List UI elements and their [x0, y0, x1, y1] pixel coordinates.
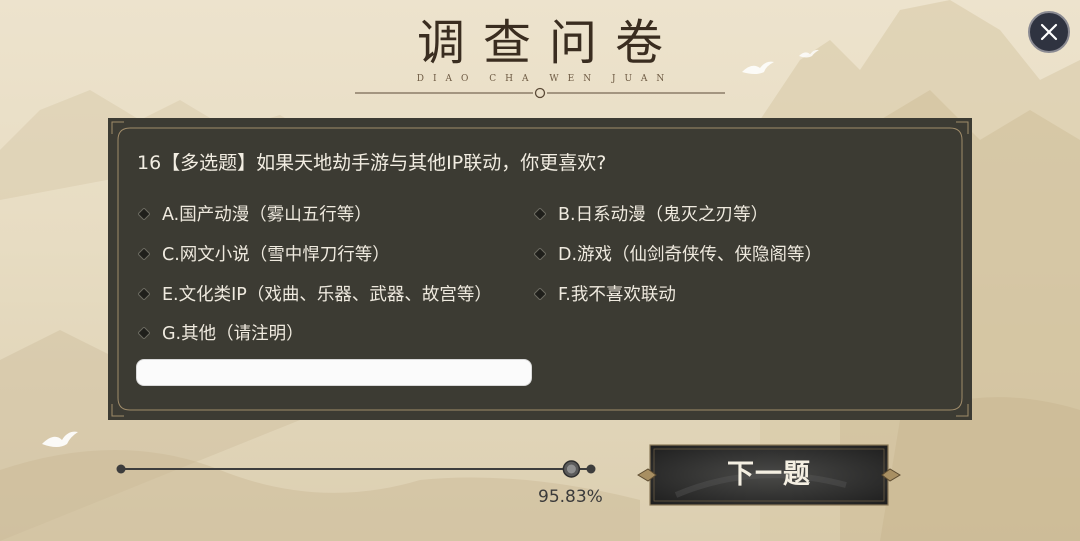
- option-label: B.日系动漫（鬼灭之刃等）: [558, 205, 769, 225]
- diamond-icon: [534, 287, 546, 300]
- progress-bar: [116, 460, 596, 478]
- option-c[interactable]: C.网文小说（雪中悍刀行等）: [138, 241, 390, 266]
- next-button-label: 下一题: [727, 459, 811, 490]
- close-icon: [1040, 23, 1058, 41]
- diamond-icon: [534, 247, 546, 260]
- option-label: G.其他（请注明）: [162, 324, 304, 344]
- crane-icon: [742, 61, 774, 74]
- title-divider: [355, 87, 725, 99]
- next-question-button[interactable]: 下一题: [636, 441, 902, 509]
- progress-percent: 95.83%: [538, 487, 603, 507]
- option-label: D.游戏（仙剑奇侠传、侠隐阁等）: [558, 245, 823, 265]
- option-b[interactable]: B.日系动漫（鬼灭之刃等）: [534, 201, 768, 226]
- crane-icon: [799, 49, 819, 58]
- option-label: F.我不喜欢联动: [558, 285, 676, 305]
- diamond-icon: [138, 247, 150, 260]
- survey-subtitle: DIAO CHA WEN JUAN: [416, 74, 674, 84]
- option-label: A.国产动漫（雾山五行等）: [162, 205, 372, 225]
- diamond-icon: [138, 326, 150, 339]
- option-label: C.网文小说（雪中悍刀行等）: [162, 245, 390, 265]
- diamond-icon: [138, 287, 150, 300]
- progress-knob: [562, 460, 581, 478]
- option-d[interactable]: D.游戏（仙剑奇侠传、侠隐阁等）: [534, 241, 822, 266]
- crane-icon: [42, 431, 78, 447]
- other-text-input[interactable]: [136, 359, 532, 386]
- survey-title: 调查问卷: [416, 15, 681, 71]
- question-text: 16【多选题】如果天地劫手游与其他IP联动，你更喜欢?: [137, 152, 607, 174]
- option-f[interactable]: F.我不喜欢联动: [534, 281, 676, 306]
- option-e[interactable]: E.文化类IP（戏曲、乐器、武器、故宫等）: [138, 281, 492, 306]
- option-label: E.文化类IP（戏曲、乐器、武器、故宫等）: [162, 285, 492, 305]
- option-g[interactable]: G.其他（请注明）: [138, 320, 304, 345]
- diamond-icon: [138, 207, 150, 220]
- close-button[interactable]: [1028, 11, 1070, 53]
- diamond-icon: [534, 207, 546, 220]
- question-panel: 16【多选题】如果天地劫手游与其他IP联动，你更喜欢? A.国产动漫（雾山五行等…: [108, 118, 972, 420]
- option-a[interactable]: A.国产动漫（雾山五行等）: [138, 201, 372, 226]
